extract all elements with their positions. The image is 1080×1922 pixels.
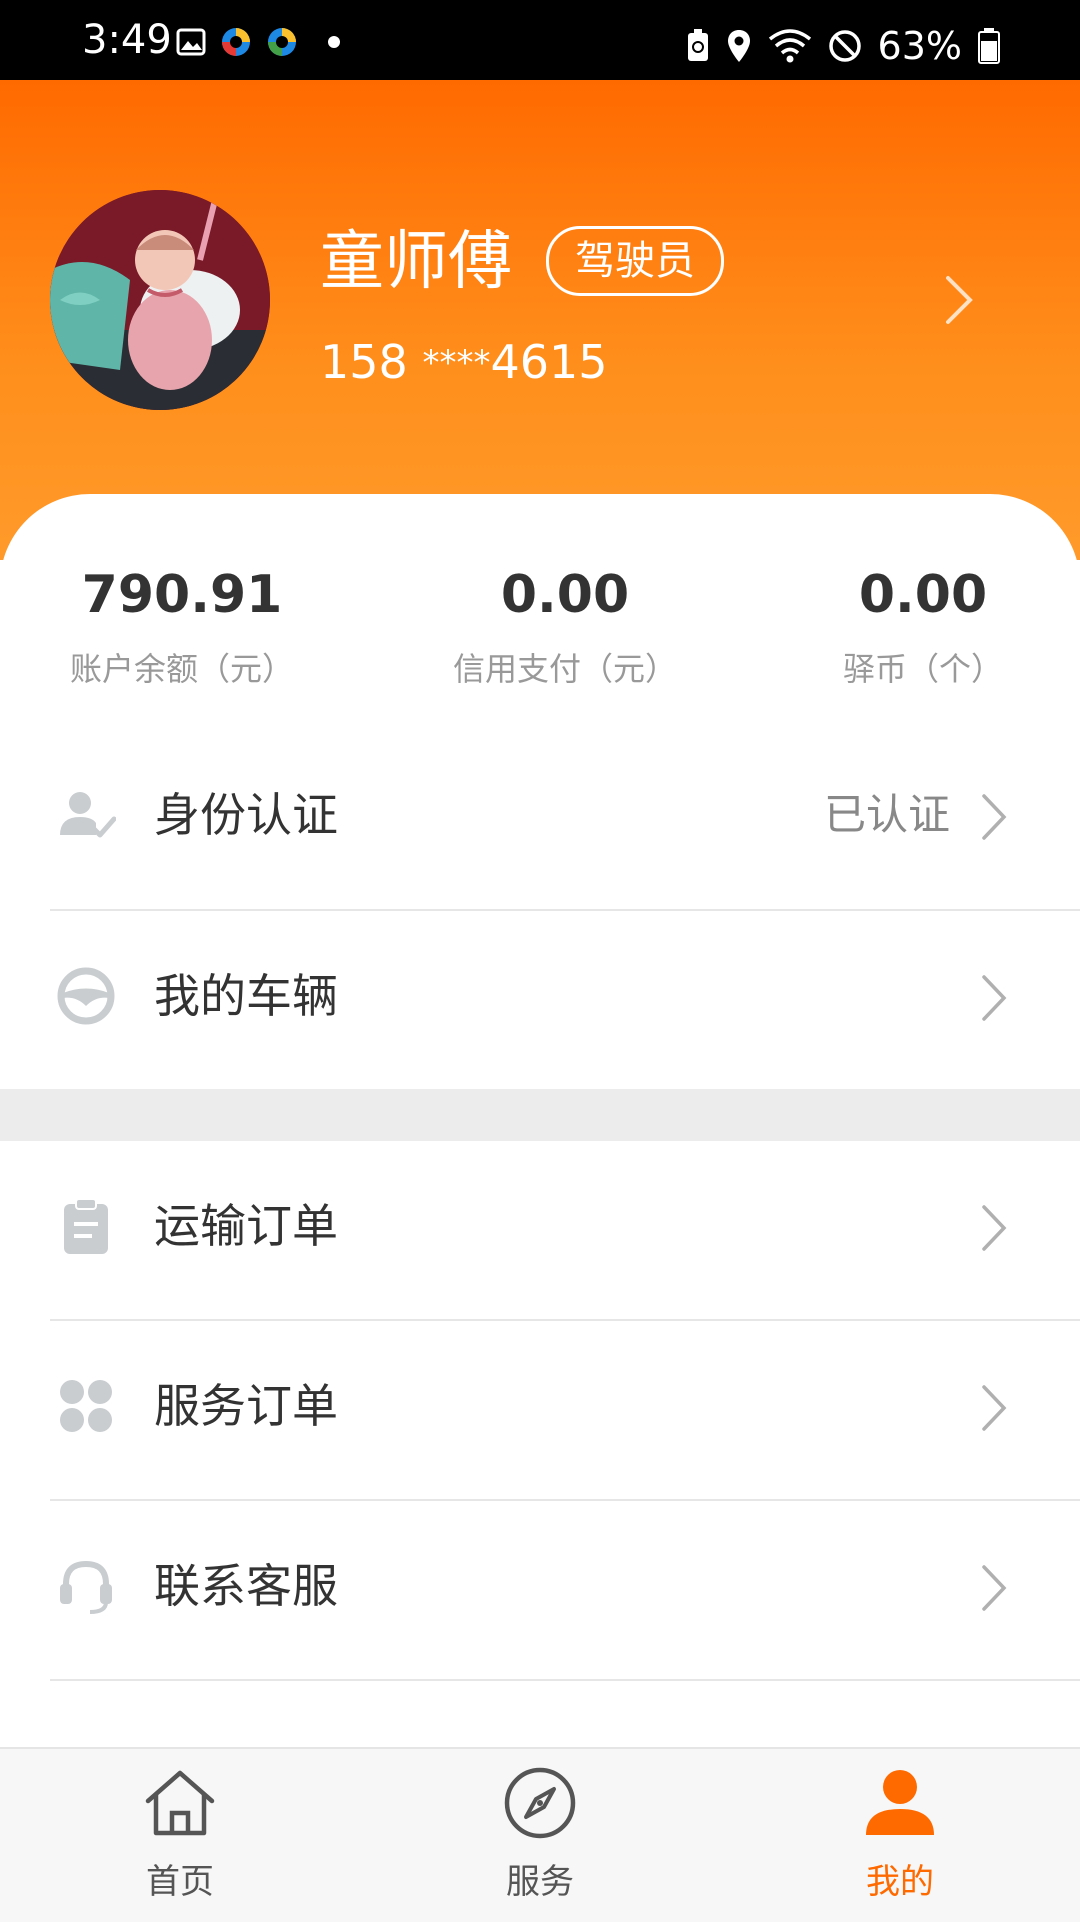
stat-value: 0.00 (858, 565, 988, 625)
system-icons: 63% (686, 22, 1000, 70)
stat-label: 账户余额（元） (69, 650, 294, 688)
tab-label: 首页 (146, 1862, 214, 1902)
wifi-icon (768, 29, 811, 63)
dot-icon (328, 36, 340, 48)
home-icon (145, 1770, 215, 1836)
menu-item-vehicle[interactable]: 我的车辆 (0, 911, 1080, 1089)
menu-item-label: 运输订单 (154, 1199, 338, 1253)
menu-item-label: 服务订单 (154, 1379, 338, 1433)
stat-label: 信用支付（元） (452, 650, 677, 688)
compass-icon (504, 1767, 576, 1839)
role-badge: 驾驶员 (546, 226, 724, 296)
phone-prefix: 158 (320, 335, 408, 389)
tab-label: 我的 (866, 1862, 934, 1902)
menu-item-customer-service[interactable]: 联系客服 (0, 1501, 1080, 1679)
stat-coins[interactable]: 0.00 驿币（个） (753, 560, 1080, 694)
user-icon (866, 1770, 934, 1835)
menu-item-service-orders[interactable]: 服务订单 (0, 1321, 1080, 1499)
stat-value: 0.00 (500, 565, 630, 625)
user-name: 童师傅 (320, 225, 512, 299)
chevron-right-icon[interactable] (938, 270, 978, 330)
app-icon (268, 28, 296, 56)
tab-services[interactable]: 服务 (360, 1749, 720, 1922)
chevron-right-icon (982, 1565, 1007, 1611)
identity-verified-icon (60, 792, 116, 838)
battery-icon (978, 28, 1000, 64)
phone-number: 158 ****4615 (320, 334, 608, 391)
menu-item-transport-orders[interactable]: 运输订单 (0, 1141, 1080, 1319)
stat-credit-payment[interactable]: 0.00 信用支付（元） (395, 560, 735, 694)
menu-item-label: 联系客服 (154, 1559, 338, 1613)
tab-label: 服务 (506, 1862, 574, 1902)
bottom-tab-bar: 首页 服务 我的 (0, 1747, 1080, 1922)
phone-mask: **** (422, 343, 491, 383)
menu-item-label: 我的车辆 (154, 969, 338, 1023)
steering-wheel-icon (57, 967, 115, 1025)
chevron-right-icon (982, 975, 1007, 1021)
phone-suffix: 4615 (490, 335, 608, 389)
notification-icons (176, 26, 342, 58)
chevron-right-icon (982, 794, 1007, 840)
stat-label: 驿币（个） (842, 650, 1003, 688)
image-icon (176, 28, 206, 56)
battery-percent: 63% (877, 24, 962, 68)
tab-mine[interactable]: 我的 (720, 1749, 1080, 1922)
avatar[interactable] (50, 190, 270, 410)
grid-icon (60, 1380, 112, 1432)
do-not-disturb-icon (828, 30, 861, 62)
stat-value: 790.91 (81, 565, 283, 625)
status-time: 3:49 (82, 17, 172, 63)
menu-item-label: 身份认证 (154, 788, 338, 842)
tab-home[interactable]: 首页 (0, 1749, 360, 1922)
stat-account-balance[interactable]: 790.91 账户余额（元） (12, 560, 352, 694)
chevron-right-icon (982, 1205, 1007, 1251)
clipboard-icon (64, 1198, 108, 1254)
menu-item-identity[interactable]: 身份认证 已认证 (0, 730, 1080, 908)
headset-icon (60, 1560, 112, 1614)
status-bar: 3:49 63% (0, 0, 1080, 80)
section-separator (0, 1089, 1080, 1141)
app-icon (222, 28, 250, 56)
divider (50, 1679, 1080, 1681)
location-icon (727, 30, 750, 62)
chevron-right-icon (982, 1385, 1007, 1431)
verification-status: 已认证 (823, 790, 950, 839)
battery-saver-icon (687, 29, 708, 61)
